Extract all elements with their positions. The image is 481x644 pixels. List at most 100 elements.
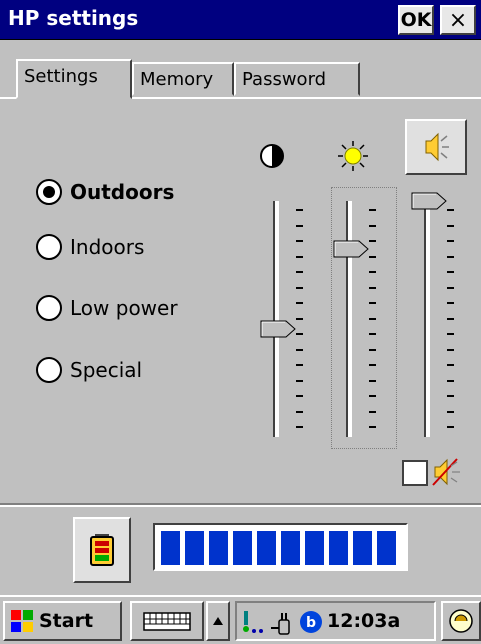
battery-segment — [161, 531, 180, 565]
slider-tick — [296, 209, 303, 211]
slider-tick — [296, 348, 303, 351]
slider-tick — [447, 379, 454, 382]
contrast-slider-thumb[interactable] — [260, 320, 296, 338]
windows-flag-icon — [11, 610, 33, 632]
slider-tick — [296, 426, 303, 428]
start-label: Start — [39, 610, 94, 632]
speaker-icon — [425, 132, 449, 162]
slider-tick — [369, 379, 376, 382]
clock[interactable]: 12:03a — [327, 610, 400, 632]
svg-text:b: b — [306, 615, 316, 631]
slider-tick — [447, 209, 454, 211]
slider-tick — [369, 317, 376, 320]
slider-tick — [296, 317, 303, 320]
tab-settings[interactable]: Settings — [16, 59, 132, 99]
start-button[interactable]: Start — [3, 601, 122, 641]
battery-segment — [281, 531, 300, 565]
taskbar: Start b 12:03a — [0, 595, 481, 644]
slider-tick — [369, 255, 376, 258]
keyboard-button[interactable] — [130, 601, 204, 641]
radio-indoors[interactable]: Indoors — [36, 234, 144, 260]
slider-tick — [296, 240, 303, 242]
speaker-muted-icon — [432, 458, 460, 486]
slider-tick — [447, 224, 454, 227]
radio-special[interactable]: Special — [36, 357, 142, 383]
close-button[interactable]: × — [440, 5, 476, 35]
slider-tick — [447, 426, 454, 428]
volume-slider-thumb[interactable] — [411, 192, 447, 210]
slider-tick — [296, 333, 303, 335]
window-title: HP settings — [8, 6, 139, 30]
slider-tick — [447, 286, 454, 289]
slider-tick — [447, 240, 454, 242]
radio-low-power[interactable]: Low power — [36, 295, 178, 321]
slider-tick — [296, 379, 303, 382]
radio-selected-indicator — [36, 179, 62, 205]
radio-label-low-power: Low power — [70, 296, 178, 320]
slider-tick — [369, 209, 376, 211]
slider-tick — [369, 240, 376, 242]
settings-panel: Outdoors Indoors Low power Special — [0, 97, 481, 595]
slider-tick — [447, 333, 454, 335]
slider-tick — [447, 255, 454, 258]
radio-indicator — [36, 295, 62, 321]
slider-tick — [447, 410, 454, 413]
mute-checkbox[interactable] — [402, 460, 428, 486]
volume-button[interactable] — [405, 119, 467, 175]
ok-button[interactable]: OK — [398, 5, 434, 35]
power-plug-icon[interactable] — [269, 608, 297, 636]
slider-tick — [296, 271, 303, 273]
battery-segment — [377, 531, 396, 565]
slider-tick — [369, 410, 376, 413]
brightness-slider-track[interactable] — [346, 201, 352, 437]
system-tray: b 12:03a — [235, 601, 436, 641]
battery-button[interactable] — [73, 517, 131, 583]
slider-tick — [369, 224, 376, 227]
slider-tick — [296, 224, 303, 227]
battery-segment — [305, 531, 324, 565]
contrast-icon — [260, 144, 284, 168]
network-icon[interactable] — [241, 609, 267, 635]
slider-tick — [296, 395, 303, 397]
radio-label-indoors: Indoors — [70, 235, 145, 259]
battery-segment — [209, 531, 228, 565]
battery-segment — [233, 531, 252, 565]
slider-tick — [447, 317, 454, 320]
slider-tick — [296, 410, 303, 413]
tab-memory[interactable]: Memory — [132, 62, 234, 96]
tab-password[interactable]: Password — [234, 62, 360, 96]
slider-tick — [296, 302, 303, 304]
slider-tick — [447, 271, 454, 273]
battery-segment — [329, 531, 348, 565]
input-panel-arrow[interactable] — [206, 601, 230, 641]
radio-label-outdoors: Outdoors — [70, 180, 175, 204]
sun-icon — [338, 141, 368, 171]
slider-tick — [296, 255, 303, 258]
radio-outdoors[interactable]: Outdoors — [36, 179, 174, 205]
tab-strip: Settings Memory Password — [0, 40, 481, 99]
slider-tick — [369, 333, 376, 335]
slider-tick — [447, 364, 454, 366]
slider-tick — [369, 395, 376, 397]
panel-separator — [0, 503, 481, 507]
slider-tick — [296, 286, 303, 289]
tray-extra-button[interactable] — [441, 601, 481, 641]
keyboard-icon — [143, 612, 191, 631]
slider-tick — [447, 348, 454, 351]
radio-indicator — [36, 357, 62, 383]
slider-tick — [447, 395, 454, 397]
slider-focus-rect — [331, 187, 397, 449]
battery-segment — [185, 531, 204, 565]
volume-slider-track[interactable] — [424, 201, 430, 437]
title-bar: HP settings OK × — [0, 0, 481, 40]
battery-level-gauge — [153, 523, 408, 571]
radio-label-special: Special — [70, 358, 143, 382]
bluetooth-icon[interactable]: b — [299, 610, 323, 634]
brightness-slider-thumb[interactable] — [333, 240, 369, 258]
slider-tick — [369, 348, 376, 351]
battery-segment — [257, 531, 276, 565]
slider-tick — [447, 302, 454, 304]
battery-icon — [90, 534, 114, 566]
wrench-icon — [449, 609, 473, 633]
slider-tick — [369, 271, 376, 273]
